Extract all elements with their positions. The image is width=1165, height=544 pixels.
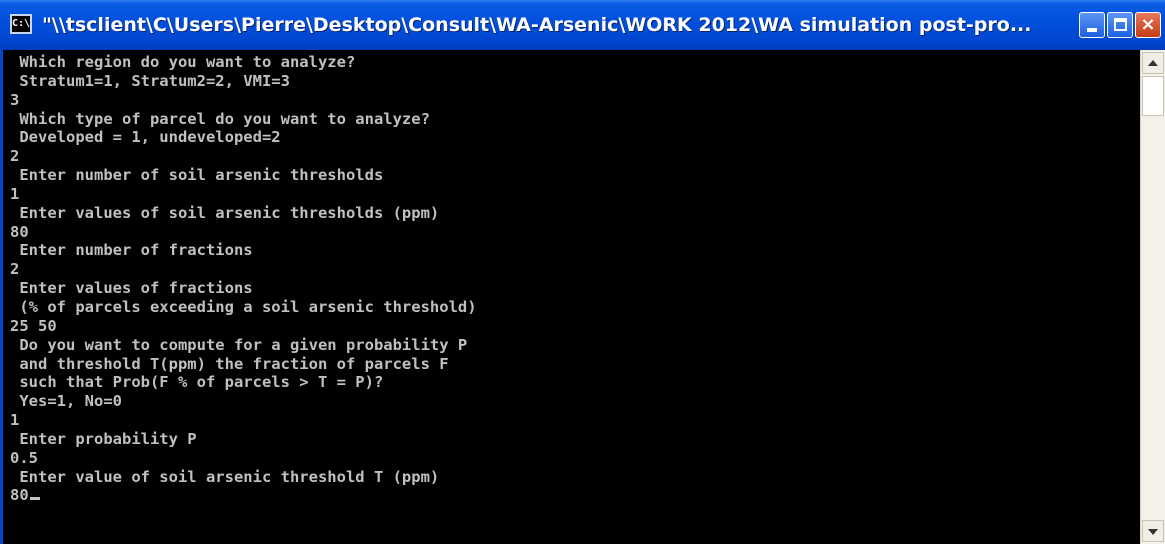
console-line: Enter number of fractions [10,241,253,260]
console-line: Enter number of soil arsenic thresholds [10,166,384,185]
console-line: Which region do you want to analyze? [10,53,356,71]
console-line: 25 50 [10,316,57,335]
minimize-icon [1087,28,1097,32]
console-line: (% of parcels exceeding a soil arsenic t… [10,297,477,316]
text-cursor [29,497,40,501]
console-input-text: 80 [10,486,29,505]
console-line: Stratum1=1, Stratum2=2, VMI=3 [10,71,290,90]
console-line: 0.5 [10,448,38,467]
console-icon[interactable]: C:\ [10,14,32,34]
console-window: C:\ "\\tsclient\C\Users\Pierre\Desktop\C… [0,0,1165,544]
arrow-down-icon [1148,529,1158,535]
title-bar[interactable]: C:\ "\\tsclient\C\Users\Pierre\Desktop\C… [0,0,1165,50]
console-line: Yes=1, No=0 [10,392,122,411]
console-line: Enter values of fractions [10,279,253,298]
console-line: Do you want to compute for a given proba… [10,335,468,354]
minimize-button[interactable] [1079,12,1105,38]
console-line: 2 [10,260,20,279]
console-line: 1 [10,411,20,430]
console-line: such that Prob(F % of parcels > T = P)? [10,373,384,392]
console-line: Developed = 1, undeveloped=2 [10,128,281,147]
maximize-button[interactable] [1107,12,1133,38]
console-line: and threshold T(ppm) the fraction of par… [10,354,449,373]
console-line: Enter values of soil arsenic thresholds … [10,203,440,222]
close-icon: × [1140,14,1156,35]
console-line: 80 [10,222,29,241]
window-title: "\\tsclient\C\Users\Pierre\Desktop\Consu… [42,14,1032,36]
scroll-down-button[interactable] [1142,520,1164,542]
console-line: Enter probability P [10,429,197,448]
console-line: 3 [10,90,20,109]
console-line: 1 [10,184,20,203]
scroll-thumb[interactable] [1142,76,1164,116]
console-input-line[interactable]: 80 [10,486,477,505]
close-button[interactable]: × [1135,12,1161,38]
console-line: 2 [10,147,20,166]
console-line: Enter value of soil arsenic threshold T … [10,467,440,486]
console-output[interactable]: Which region do you want to analyze? Str… [0,50,1140,544]
maximize-icon [1114,18,1127,31]
vertical-scrollbar[interactable] [1140,50,1165,544]
console-lines: Which region do you want to analyze? Str… [10,53,477,505]
scroll-up-button[interactable] [1142,52,1164,74]
console-line: Which type of parcel do you want to anal… [10,109,430,128]
arrow-up-icon [1148,60,1158,66]
